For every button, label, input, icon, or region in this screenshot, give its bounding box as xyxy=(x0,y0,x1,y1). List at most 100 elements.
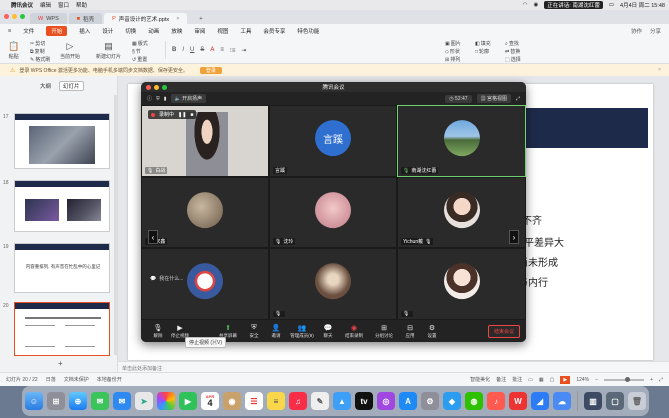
tab-file[interactable]: 文件 xyxy=(23,27,34,35)
zoom-level[interactable]: 124% xyxy=(576,377,589,383)
video-tile[interactable]: 🎙 xyxy=(269,248,397,320)
menu-edit[interactable]: 编辑 xyxy=(40,1,51,9)
tab-outline[interactable]: 大纲 xyxy=(40,82,51,90)
finder-icon[interactable]: ☺ xyxy=(25,392,43,410)
video-tile[interactable]: 录制中 ❚❚ ■ 🎙 白战 xyxy=(141,105,269,177)
smart-beautify-button[interactable]: 智能美化 xyxy=(470,376,490,383)
signal-icon[interactable]: ▮ xyxy=(164,96,167,102)
notes-area[interactable]: 单击此处添加备注 xyxy=(118,361,669,372)
reminders-icon[interactable]: ☰ xyxy=(245,392,263,410)
music-icon[interactable]: ♫ xyxy=(289,392,307,410)
tab-transition[interactable]: 切换 xyxy=(125,27,136,35)
tab-wps[interactable]: W WPS xyxy=(30,13,67,24)
calendar-icon[interactable]: APR 4 xyxy=(201,392,219,410)
video-tile[interactable]: Yichun戴 🎙 xyxy=(397,177,526,248)
menu-app-name[interactable]: 腾讯会议 xyxy=(11,1,33,9)
clock[interactable]: 4月4日 周二 15:48 xyxy=(620,1,665,9)
tab-design[interactable]: 设计 xyxy=(102,27,113,35)
chat-button[interactable]: 💬 聊天 xyxy=(317,324,339,339)
tab-insert[interactable]: 插入 xyxy=(79,27,90,35)
pause-icon[interactable]: ❚❚ xyxy=(178,112,186,118)
new-tab-button[interactable]: + xyxy=(189,13,210,24)
qq-music-icon[interactable]: ♪ xyxy=(487,392,505,410)
tencent-meeting-icon[interactable]: ◆ xyxy=(443,392,461,410)
slideshow-play-icon[interactable]: ▶ xyxy=(560,375,571,384)
settings-button[interactable]: ⚙ 设置 xyxy=(421,324,443,339)
invite-button[interactable]: 👤 邀请 xyxy=(265,324,287,339)
meeting-zoom-icon[interactable] xyxy=(162,85,167,90)
close-tab-icon[interactable]: × xyxy=(176,16,179,22)
notes-icon[interactable]: ≡ xyxy=(267,392,285,410)
speaker-button[interactable]: 🔈 开启扬声 xyxy=(170,94,207,103)
breakout-button[interactable]: ⊞ 分组讨论 xyxy=(369,324,399,339)
find-button[interactable]: ⌕ 查找 xyxy=(505,40,519,48)
section-button[interactable]: § 节 xyxy=(132,48,141,56)
app-store-icon[interactable]: A xyxy=(399,392,417,410)
tab-tools[interactable]: 工具 xyxy=(240,27,251,35)
cut-button[interactable]: ✂ 剪切 xyxy=(30,40,45,48)
menu-help[interactable]: 帮助 xyxy=(76,1,87,9)
normal-view-icon[interactable]: ▭ xyxy=(528,377,533,383)
paste-button[interactable]: 📋 粘贴 xyxy=(8,41,19,60)
play-from-current-button[interactable]: ▷ 当前开始 xyxy=(60,41,80,60)
manage-members-button[interactable]: 👥 管理成员(9) xyxy=(287,324,317,339)
system-settings-icon[interactable]: ⚙ xyxy=(421,392,439,410)
fullscreen-icon[interactable]: ⤢ xyxy=(516,96,520,102)
font-formatting-group[interactable]: B I U S A ≡ ⁝≡ ⇥ xyxy=(165,41,365,59)
tab-slides[interactable]: 幻灯片 xyxy=(59,80,84,91)
zoom-out-icon[interactable]: − xyxy=(595,377,598,383)
lark-icon[interactable]: ◢ xyxy=(531,392,549,410)
trash-icon[interactable]: 🗑 xyxy=(628,392,646,410)
end-recording-button[interactable]: ◉ 结束录制 xyxy=(339,324,369,339)
tab-animation[interactable]: 动画 xyxy=(148,27,159,35)
mail-icon[interactable]: ✉ xyxy=(113,392,131,410)
video-tile[interactable]: 言蹊 言蹊 xyxy=(269,105,397,177)
control-center-icon[interactable]: ◉ xyxy=(533,2,538,8)
notice-login-button[interactable]: 登录 xyxy=(199,66,222,74)
end-meeting-button[interactable]: 结束会议 xyxy=(487,324,520,338)
video-tile[interactable]: 💬 我在什么... xyxy=(141,248,269,320)
theme-name[interactable]: 日落 xyxy=(46,376,56,383)
format-painter-button[interactable]: ✎ 格式刷 xyxy=(30,56,50,64)
security-button[interactable]: ⛨ 安全 xyxy=(243,324,265,339)
wps-icon[interactable]: W xyxy=(509,392,527,410)
recent-window-icon[interactable]: ▢ xyxy=(606,392,624,410)
copy-button[interactable]: ⧉ 复制 xyxy=(30,48,45,56)
slide-thumbnail-19[interactable]: 内容重排列, 有声音在忙乱中的心里记 xyxy=(14,243,110,293)
zoom-slider[interactable] xyxy=(604,376,645,382)
recording-indicator[interactable]: 录制中 ❚❚ ■ xyxy=(148,110,197,119)
freeform-icon[interactable]: ✎ xyxy=(311,392,329,410)
apps-button[interactable]: ⊟ 应用 xyxy=(399,324,421,339)
select-button[interactable]: ⬚ 选择 xyxy=(505,56,521,64)
video-tile[interactable]: 🎙 沈玲 xyxy=(269,177,397,248)
video-tile[interactable]: 🎙 xyxy=(397,248,526,320)
fit-window-icon[interactable]: ⤢ xyxy=(659,377,663,383)
picture-button[interactable]: ▣ 图片 xyxy=(445,40,461,48)
tab-view[interactable]: 视图 xyxy=(217,27,228,35)
zoom-in-icon[interactable]: + xyxy=(650,377,653,383)
launchpad-icon[interactable]: ⊞ xyxy=(47,392,65,410)
new-slide-button[interactable]: ▤ 新建幻灯片 xyxy=(96,41,121,60)
info-icon[interactable]: ⓘ xyxy=(147,95,152,102)
video-tile-active-speaker[interactable]: 🎙 南湖沈红蕾 xyxy=(397,105,526,177)
reading-view-icon[interactable]: ▢ xyxy=(550,377,555,383)
next-page-button[interactable]: › xyxy=(509,230,519,244)
collaborate-button[interactable]: 协作 xyxy=(631,27,642,35)
wechat-icon[interactable]: ◍ xyxy=(465,392,483,410)
meeting-minimize-icon[interactable] xyxy=(154,85,159,90)
prev-page-button[interactable]: ‹ xyxy=(148,230,158,244)
wifi-icon[interactable]: ◠ xyxy=(523,2,528,8)
maps-icon[interactable]: ➤ xyxy=(135,392,153,410)
close-window-icon[interactable] xyxy=(4,14,9,19)
slide-thumbnail-20-selected[interactable] xyxy=(14,302,110,356)
keynote-icon[interactable]: ▲ xyxy=(333,392,351,410)
reset-button[interactable]: ↺ 重置 xyxy=(132,56,147,64)
tab-presentation[interactable]: P 声音设计的艺术.pptx × xyxy=(104,13,188,24)
battery-icon[interactable]: ▭ xyxy=(609,2,614,8)
podcasts-icon[interactable]: ◎ xyxy=(377,392,395,410)
tab-features[interactable]: 特色功能 xyxy=(297,27,319,35)
notes-toggle[interactable]: 备注 xyxy=(496,376,506,383)
tab-members[interactable]: 会员专享 xyxy=(263,27,285,35)
shape-button[interactable]: ◇ 形状 xyxy=(445,48,460,56)
speaking-indicator[interactable]: 正在讲话: 南湖沈红蕾 xyxy=(544,1,603,9)
